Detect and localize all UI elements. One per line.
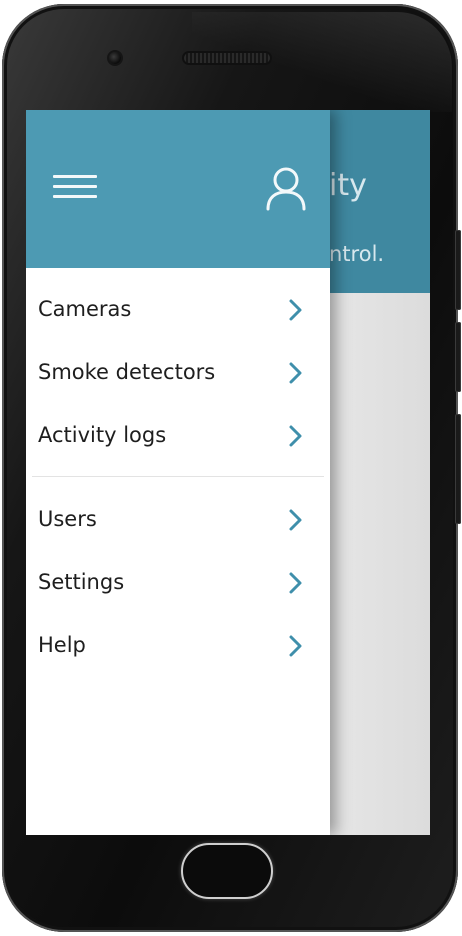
volume-down-button xyxy=(455,322,461,392)
earpiece-speaker xyxy=(184,53,270,63)
menu-item-label: Help xyxy=(38,633,86,657)
background-app-title: ity xyxy=(329,168,367,203)
volume-up-button xyxy=(455,230,461,310)
menu-item-label: Activity logs xyxy=(38,423,167,447)
chevron-right-icon xyxy=(289,572,302,594)
navigation-drawer: Cameras Smoke detectors Activity logs Us… xyxy=(26,110,330,835)
hamburger-menu-icon[interactable] xyxy=(53,172,97,202)
chevron-right-icon xyxy=(289,425,302,447)
user-profile-icon[interactable] xyxy=(264,165,308,211)
menu-icon-bar xyxy=(53,195,97,198)
menu-item-label: Cameras xyxy=(38,297,132,321)
drawer-header xyxy=(26,110,330,268)
menu-item-cameras[interactable]: Cameras xyxy=(26,281,330,339)
chevron-right-icon xyxy=(289,299,302,321)
menu-item-smoke-detectors[interactable]: Smoke detectors xyxy=(26,344,330,402)
menu-icon-bar xyxy=(53,185,97,188)
menu-item-users[interactable]: Users xyxy=(26,491,330,549)
chevron-right-icon xyxy=(289,635,302,657)
menu-icon-bar xyxy=(53,175,97,178)
menu-divider xyxy=(32,476,324,477)
power-button xyxy=(455,414,461,524)
menu-item-settings[interactable]: Settings xyxy=(26,554,330,612)
home-button[interactable] xyxy=(181,843,273,899)
front-camera xyxy=(109,52,121,64)
background-app-subtitle: ntrol. xyxy=(329,242,385,266)
chevron-right-icon xyxy=(289,362,302,384)
menu-item-activity-logs[interactable]: Activity logs xyxy=(26,407,330,465)
menu-item-label: Smoke detectors xyxy=(38,360,216,384)
chevron-right-icon xyxy=(289,509,302,531)
menu-item-label: Users xyxy=(38,507,97,531)
menu-item-help[interactable]: Help xyxy=(26,617,330,675)
phone-frame: ity ntrol. Cameras Smoke detectors Activ… xyxy=(2,4,461,932)
phone-screen: ity ntrol. Cameras Smoke detectors Activ… xyxy=(26,110,430,835)
menu-item-label: Settings xyxy=(38,570,125,594)
